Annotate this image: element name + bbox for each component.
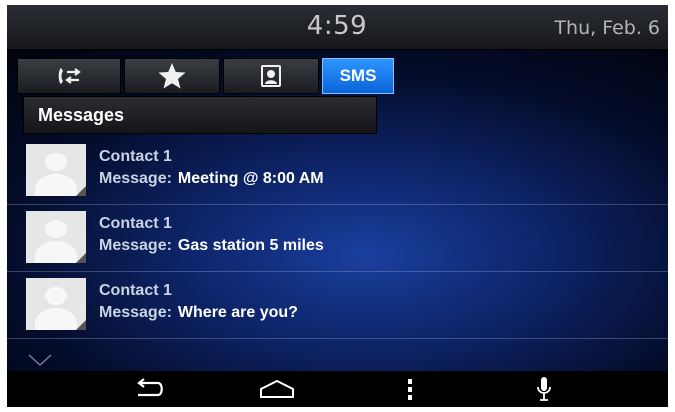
message-line: Message: Where are you? (99, 304, 298, 322)
avatar (26, 211, 86, 263)
home-icon (260, 379, 294, 398)
message-label: Message: (99, 170, 172, 187)
menu-icon (408, 379, 412, 400)
message-list: Contact 1 Message: Meeting @ 8:00 AM Cont… (7, 138, 668, 339)
microphone-button[interactable] (524, 375, 564, 403)
contact-name: Contact 1 (99, 148, 172, 165)
message-label: Message: (99, 304, 172, 321)
date: Thu, Feb. 6 (554, 17, 660, 39)
message-text: Where are you? (177, 304, 298, 321)
star-icon (158, 63, 186, 89)
phone-tabs: SMS (17, 58, 397, 94)
contact-name: Contact 1 (99, 215, 172, 232)
clock: 4:59 (306, 11, 368, 41)
message-line: Message: Gas station 5 miles (99, 237, 324, 255)
message-row-3[interactable]: Contact 1 Message: Where are you? (7, 272, 668, 339)
menu-button[interactable] (390, 375, 430, 403)
section-title: Messages (23, 96, 377, 134)
chevron-down-icon[interactable] (27, 352, 53, 368)
status-bar: 4:59 Thu, Feb. 6 (7, 5, 668, 50)
navigation-bar (7, 371, 668, 407)
home-button[interactable] (257, 375, 297, 403)
avatar (26, 278, 86, 330)
back-icon (137, 378, 163, 397)
message-row-1[interactable]: Contact 1 Message: Meeting @ 8:00 AM (7, 138, 668, 205)
tab-contacts[interactable] (223, 58, 319, 94)
message-label: Message: (99, 237, 172, 254)
tab-sms[interactable]: SMS (322, 58, 394, 94)
tab-favorites[interactable] (124, 58, 220, 94)
message-text: Gas station 5 miles (177, 237, 324, 254)
microphone-icon (537, 377, 551, 401)
phone-arrows-icon (58, 68, 81, 84)
avatar (26, 144, 86, 196)
message-text: Meeting @ 8:00 AM (177, 170, 324, 187)
infotainment-screen: 4:59 Thu, Feb. 6 SMS Messages Contact 1 … (7, 5, 668, 407)
message-line: Message: Meeting @ 8:00 AM (99, 170, 324, 188)
back-button[interactable] (129, 375, 169, 403)
message-row-2[interactable]: Contact 1 Message: Gas station 5 miles (7, 205, 668, 272)
contact-name: Contact 1 (99, 282, 172, 299)
tab-recent-calls[interactable] (17, 58, 121, 94)
contact-card-icon (261, 65, 281, 87)
